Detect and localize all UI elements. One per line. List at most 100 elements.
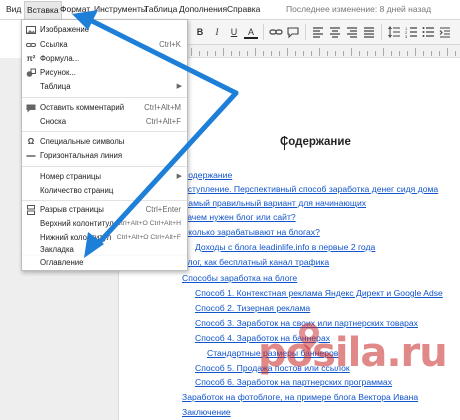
watermark: posila.ru [258, 330, 448, 376]
ruler-tick [239, 51, 240, 56]
text-cursor [284, 136, 285, 150]
toc-link[interactable]: Самый правильный вариант для начинающих [182, 198, 366, 209]
toc-link[interactable]: Заключение [182, 407, 231, 418]
menu-bar: Вид Вставка Формат Инструменты Таблица Д… [0, 0, 460, 20]
pi-icon: π² [26, 54, 36, 63]
ruler-tick [335, 51, 336, 56]
ruler[interactable] [185, 45, 460, 58]
toc-link[interactable]: Вступление. Перспективный способ заработ… [182, 184, 438, 195]
ruler-tick [431, 51, 432, 56]
menu-tools[interactable]: Инструменты [92, 0, 149, 19]
ruler-tick [359, 51, 360, 56]
ruler-tick [407, 51, 408, 56]
menu-item-table[interactable]: Таблица ▶ [22, 80, 187, 94]
ruler-tick [207, 51, 208, 56]
submenu-arrow-icon: ▶ [176, 83, 182, 90]
menu-item-equation[interactable]: π² Формула... [22, 52, 187, 66]
insert-menu-dropdown-tail: Оглавление [21, 256, 188, 271]
comment-icon [26, 103, 36, 113]
menu-item-page-break[interactable]: Разрыв страницы Ctrl+Enter [22, 203, 187, 217]
toolbar-separator [263, 24, 264, 40]
toolbar-separator [305, 24, 306, 40]
menu-item-drawing[interactable]: Рисунок... [22, 66, 187, 80]
ruler-tick [351, 48, 352, 56]
menu-item-page-number[interactable]: Номер страницы ▶ [22, 170, 187, 184]
underline-button[interactable]: U [227, 25, 241, 39]
ruler-tick [447, 48, 448, 56]
menu-item-footer[interactable]: Нижний колонтитул Ctrl+Alt+O Ctrl+Alt+F [22, 231, 187, 245]
toc-link[interactable]: Доходы с блога leadinlife.info в первые … [195, 242, 375, 253]
ruler-tick [391, 51, 392, 56]
hr-icon [26, 151, 36, 161]
svg-text:3: 3 [405, 34, 408, 39]
line-spacing-icon[interactable] [387, 25, 401, 39]
ruler-tick [191, 48, 192, 56]
menu-item-link[interactable]: Ссылка Ctrl+K [22, 38, 187, 52]
menu-item-special-chars[interactable]: Ω Специальные символы [22, 135, 187, 149]
menu-view[interactable]: Вид [4, 0, 23, 19]
drawing-icon [26, 68, 36, 78]
italic-button[interactable]: I [210, 25, 224, 39]
menu-help[interactable]: Справка [225, 0, 262, 19]
formatting-toolbar: B I U A 123 [185, 20, 460, 45]
menu-item-page-count[interactable]: Количество страниц [22, 184, 187, 198]
menu-separator [22, 131, 187, 132]
toolbar-separator [381, 24, 382, 40]
align-left-icon[interactable] [311, 25, 325, 39]
align-center-icon[interactable] [328, 25, 342, 39]
menu-item-image[interactable]: Изображение [22, 23, 187, 37]
comment-icon[interactable] [286, 25, 300, 39]
menu-item-table-of-contents[interactable]: Оглавление [22, 256, 187, 270]
toc-link[interactable]: Сколько зарабатывают на блогах? [182, 227, 320, 238]
toc-link[interactable]: Способ 2. Тизерная реклама [195, 303, 310, 314]
ruler-tick [311, 51, 312, 56]
link-icon[interactable] [269, 25, 283, 39]
toc-link[interactable]: Содержание [182, 170, 232, 181]
ruler-tick [383, 48, 384, 56]
text-color-button[interactable]: A [244, 25, 258, 39]
numbered-list-icon[interactable]: 123 [404, 25, 418, 39]
ruler-tick [367, 51, 368, 56]
ruler-tick [199, 51, 200, 56]
menu-item-header[interactable]: Верхний колонтитул Ctrl+Alt+O Ctrl+Alt+H [22, 217, 187, 231]
ruler-tick [399, 51, 400, 56]
ruler-tick [439, 51, 440, 56]
menu-addons[interactable]: Дополнения [177, 0, 229, 19]
ruler-tick [279, 51, 280, 56]
ruler-tick [263, 51, 264, 56]
page-break-icon [26, 205, 36, 215]
indent-icon[interactable] [438, 25, 452, 39]
menu-item-footnote[interactable]: Сноска Ctrl+Alt+F [22, 115, 187, 129]
bulleted-list-icon[interactable] [421, 25, 435, 39]
menu-item-comment[interactable]: Оставить комментарий Ctrl+Alt+M [22, 101, 187, 115]
menu-format[interactable]: Формат [58, 0, 92, 19]
menu-item-bookmark[interactable]: Закладка [22, 244, 187, 256]
menu-table[interactable]: Таблица [142, 0, 179, 19]
link-icon [26, 40, 36, 50]
align-justify-icon[interactable] [362, 25, 376, 39]
menu-insert[interactable]: Вставка [24, 1, 62, 20]
bold-button[interactable]: B [193, 25, 207, 39]
menu-separator [22, 97, 187, 98]
align-right-icon[interactable] [345, 25, 359, 39]
ruler-tick [423, 51, 424, 56]
ruler-tick [375, 51, 376, 56]
omega-icon: Ω [27, 137, 35, 146]
insert-menu-dropdown: Изображение Ссылка Ctrl+K π² Формула... … [21, 19, 188, 257]
menu-separator [22, 166, 187, 167]
ruler-tick [455, 51, 456, 56]
ruler-tick [255, 48, 256, 56]
last-edit-status[interactable]: Последнее изменение: 8 дней назад [286, 0, 431, 19]
toc-link[interactable]: Заработок на фотоблоге, на примере блога… [182, 392, 418, 403]
menu-separator [22, 200, 187, 201]
toc-link[interactable]: Способ 1. Контекстная реклама Яндекс Дир… [195, 288, 443, 299]
image-icon [26, 25, 36, 35]
toc-link[interactable]: Способ 6. Заработок на партнерских прогр… [195, 377, 392, 388]
submenu-arrow-icon: ▶ [176, 173, 182, 180]
toc-link[interactable]: Способы заработка на блоге [182, 273, 297, 284]
toc-link[interactable]: Зачем нужен блог или сайт? [182, 212, 296, 223]
toc-link[interactable]: Блог, как бесплатный канал трафика [182, 257, 329, 268]
toc-heading[interactable]: Содержание [280, 136, 351, 148]
menu-item-horizontal-line[interactable]: Горизонтальная линия [22, 149, 187, 163]
ruler-tick [303, 51, 304, 56]
